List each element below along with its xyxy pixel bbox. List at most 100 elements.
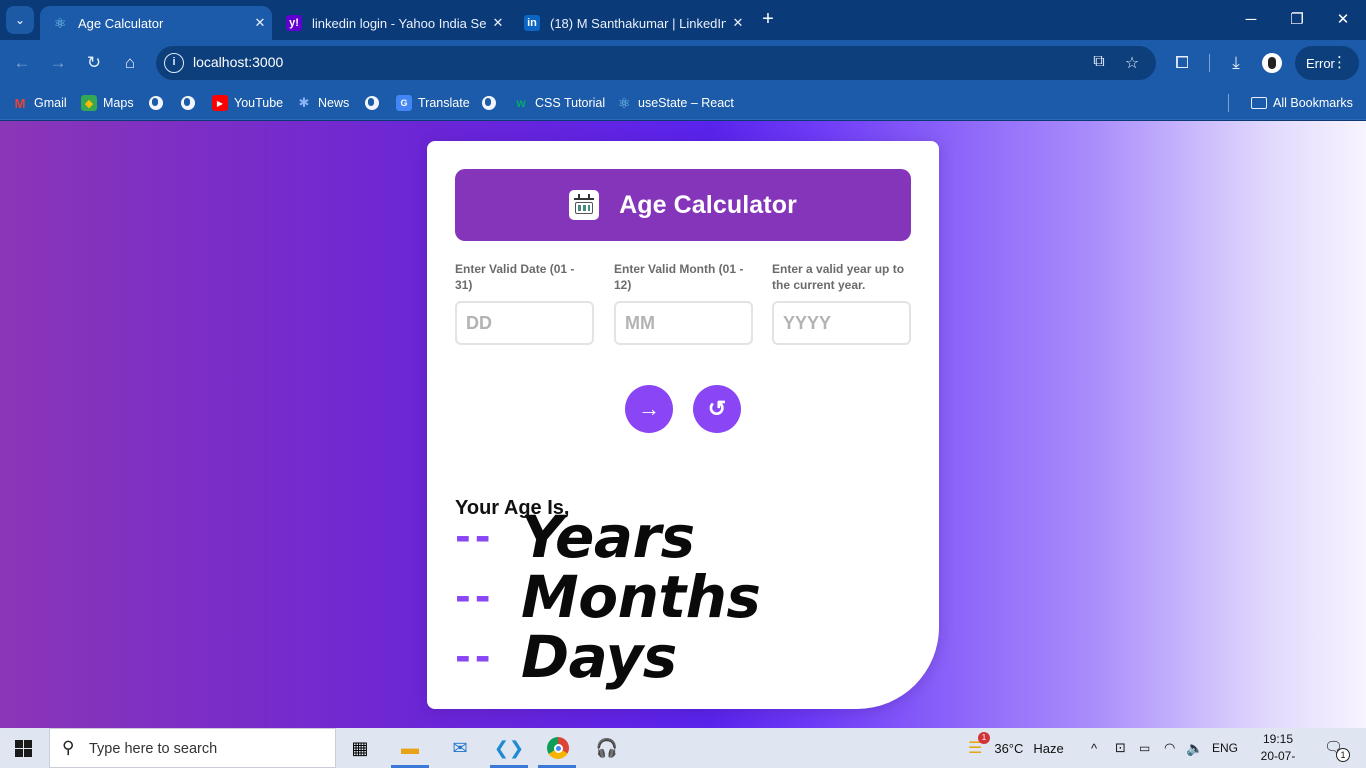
bookmark-label: Maps bbox=[103, 96, 134, 110]
file-explorer-icon[interactable]: ▬ bbox=[396, 734, 424, 762]
bookmark-label: Gmail bbox=[34, 96, 67, 110]
folder-icon bbox=[1251, 97, 1267, 109]
url-text[interactable]: localhost:3000 bbox=[193, 54, 283, 70]
bookmark-globe-1[interactable] bbox=[149, 93, 163, 113]
install-app-icon[interactable]: ⧉ bbox=[1088, 53, 1110, 73]
months-value: -- bbox=[455, 575, 495, 619]
days-label: Days bbox=[521, 623, 677, 691]
tab-linkedin[interactable]: in (18) M Santhakumar | LinkedIn ✕ bbox=[512, 6, 750, 40]
extensions-icon[interactable]: ⧠ bbox=[1170, 51, 1194, 75]
weather-haze-icon: ☰ 1 bbox=[968, 732, 990, 758]
month-label: Enter Valid Month (01 - 12) bbox=[614, 262, 744, 292]
windows-start-icon[interactable] bbox=[15, 740, 32, 757]
minimize-icon[interactable]: ─ bbox=[1239, 8, 1263, 32]
all-bookmarks-label: All Bookmarks bbox=[1273, 96, 1353, 110]
download-icon[interactable]: ⤓ bbox=[1224, 51, 1248, 75]
year-field: Enter a valid year up to the current yea… bbox=[772, 261, 911, 345]
reset-icon: ↺ bbox=[707, 396, 727, 421]
home-button[interactable]: ⌂ bbox=[118, 51, 142, 75]
restore-icon[interactable]: ❐ bbox=[1285, 8, 1309, 32]
meet-now-icon[interactable]: ⊡ bbox=[1115, 728, 1126, 768]
back-button[interactable]: ← bbox=[10, 51, 34, 75]
bookmark-globe-2[interactable] bbox=[181, 93, 195, 113]
bookmark-label: CSS Tutorial bbox=[535, 96, 606, 110]
browser-toolbar: ← → ↻ ⌂ i localhost:3000 ⧉ ☆ ⧠ ⤓ Error ⋮ bbox=[0, 40, 1366, 86]
bookmark-css-tutorial[interactable]: w CSS Tutorial bbox=[513, 93, 605, 113]
bookmark-star-icon[interactable]: ☆ bbox=[1121, 53, 1143, 73]
month-input[interactable] bbox=[614, 301, 753, 345]
tab-age-calculator[interactable]: ⚛ Age Calculator ✕ bbox=[40, 6, 272, 40]
volume-icon[interactable]: 🔈 bbox=[1186, 728, 1203, 768]
news-icon: ✱ bbox=[298, 95, 310, 110]
reset-button[interactable]: ↺ bbox=[693, 385, 741, 433]
mail-icon[interactable]: ✉ bbox=[446, 734, 474, 762]
windows-taskbar: ⚲ Type here to search ▦ ▬ ✉ ❮❯ 🎧 ☰ 1 36°… bbox=[0, 728, 1366, 768]
day-input[interactable] bbox=[455, 301, 594, 345]
weather-widget[interactable]: ☰ 1 36°C Haze bbox=[968, 728, 1064, 768]
tab-title: linkedin login - Yahoo India Sea bbox=[312, 15, 486, 31]
chrome-icon[interactable] bbox=[544, 734, 572, 762]
bookmark-label: useState – React bbox=[638, 96, 734, 110]
new-tab-button[interactable]: + bbox=[758, 9, 778, 30]
bookmark-globe-4[interactable] bbox=[482, 93, 496, 113]
globe-icon bbox=[149, 96, 163, 110]
close-icon[interactable]: ✕ bbox=[486, 15, 510, 31]
close-icon[interactable]: ✕ bbox=[248, 15, 272, 31]
translate-icon: G bbox=[396, 95, 412, 111]
bookmark-label: YouTube bbox=[234, 96, 284, 110]
show-hidden-icons[interactable]: ^ bbox=[1091, 728, 1097, 768]
bookmark-translate[interactable]: G Translate bbox=[396, 93, 470, 113]
headphones-app-icon[interactable]: 🎧 bbox=[593, 734, 621, 762]
result-days: -- Days bbox=[455, 623, 677, 691]
calendar-icon bbox=[569, 190, 600, 220]
bookmarks-divider bbox=[1228, 93, 1229, 113]
notification-count: 1 bbox=[1336, 748, 1350, 762]
toolbar-divider bbox=[1209, 54, 1210, 72]
bookmark-label: Translate bbox=[418, 96, 470, 110]
bookmark-maps[interactable]: ◆ Maps bbox=[81, 93, 134, 113]
bookmark-label: News bbox=[318, 96, 350, 110]
months-label: Months bbox=[521, 563, 761, 631]
bookmark-gmail[interactable]: M Gmail bbox=[12, 93, 67, 113]
wifi-icon[interactable]: ◠ bbox=[1164, 728, 1175, 768]
gmail-icon: M bbox=[14, 95, 26, 111]
arrow-right-icon: → bbox=[638, 396, 660, 421]
task-view-icon[interactable]: ▦ bbox=[346, 734, 374, 762]
tab-search-button[interactable]: ⌄ bbox=[6, 6, 34, 34]
profile-error-button[interactable]: Error ⋮ bbox=[1295, 46, 1359, 80]
language-indicator[interactable]: ENG bbox=[1212, 728, 1238, 768]
bookmark-youtube[interactable]: ▶ YouTube bbox=[212, 93, 283, 113]
address-bar[interactable]: i localhost:3000 ⧉ ☆ bbox=[156, 46, 1156, 80]
bookmark-usestate-react[interactable]: ⚛ useState – React bbox=[616, 93, 734, 113]
weather-badge: 1 bbox=[978, 732, 990, 744]
vscode-icon[interactable]: ❮❯ bbox=[494, 734, 524, 762]
weather-temperature: 36°C bbox=[994, 740, 1024, 756]
battery-icon[interactable]: ▭ bbox=[1139, 728, 1150, 768]
maps-icon: ◆ bbox=[81, 95, 97, 111]
site-info-icon[interactable]: i bbox=[164, 53, 184, 73]
globe-icon bbox=[482, 96, 496, 110]
yahoo-icon: y! bbox=[286, 15, 302, 31]
linkedin-icon: in bbox=[524, 15, 540, 31]
profile-avatar[interactable] bbox=[1262, 53, 1282, 73]
all-bookmarks-button[interactable]: All Bookmarks bbox=[1251, 93, 1353, 113]
bookmark-news[interactable]: ✱ News bbox=[296, 93, 350, 113]
result-years: -- Years bbox=[455, 503, 695, 571]
taskbar-search[interactable]: ⚲ Type here to search bbox=[49, 728, 336, 768]
year-input[interactable] bbox=[772, 301, 911, 345]
close-icon[interactable]: ✕ bbox=[726, 15, 750, 31]
tab-bar: ⌄ ⚛ Age Calculator ✕ y! linkedin login -… bbox=[0, 0, 1366, 40]
tab-yahoo[interactable]: y! linkedin login - Yahoo India Sea ✕ bbox=[274, 6, 510, 40]
youtube-icon: ▶ bbox=[212, 95, 228, 111]
app-title: Age Calculator bbox=[619, 190, 797, 219]
w3schools-icon: w bbox=[516, 96, 526, 110]
bookmark-globe-3[interactable] bbox=[365, 93, 379, 113]
calculate-button[interactable]: → bbox=[625, 385, 673, 433]
clock[interactable]: 19:15 20-07-2024 bbox=[1248, 731, 1308, 768]
forward-button[interactable]: → bbox=[46, 51, 70, 75]
close-window-icon[interactable]: ✕ bbox=[1331, 8, 1355, 32]
days-value: -- bbox=[455, 635, 495, 679]
reload-button[interactable]: ↻ bbox=[82, 51, 106, 75]
menu-dots-icon[interactable]: ⋮ bbox=[1332, 53, 1347, 71]
app-header: Age Calculator bbox=[455, 169, 911, 241]
